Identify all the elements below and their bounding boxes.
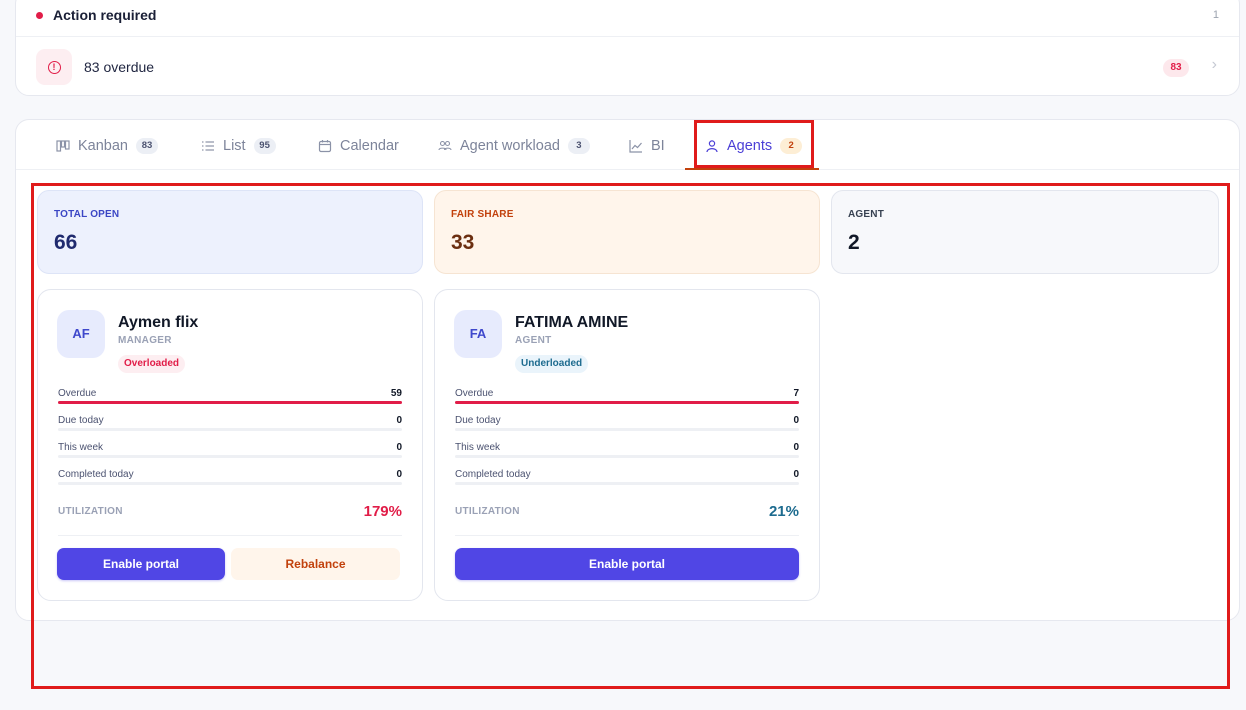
divider	[58, 535, 402, 536]
metric-track	[58, 482, 402, 485]
users-icon	[438, 140, 452, 151]
tab-kanban-count: 83	[136, 138, 158, 154]
status-badge: Overloaded	[118, 355, 186, 373]
tab-agent-workload-count: 3	[567, 138, 590, 154]
metric-track	[58, 428, 402, 431]
line-chart-icon	[629, 140, 642, 153]
enable-portal-button[interactable]: Enable portal	[455, 548, 799, 580]
stat-agent: AGENT 2	[831, 190, 1219, 274]
overdue-row[interactable]: ! 83 overdue 83 ›	[16, 37, 1239, 97]
alert-circle-icon: !	[36, 49, 72, 85]
metric-track	[455, 401, 799, 404]
metric-value: 0	[793, 415, 799, 426]
metric-label: Completed today	[455, 469, 531, 480]
agent-role: MANAGER	[118, 335, 172, 346]
highlight-box-tab	[694, 120, 814, 168]
tab-bi-label: BI	[651, 138, 665, 154]
tab-list-label: List	[223, 138, 246, 154]
calendar-icon	[318, 140, 332, 153]
tab-bi[interactable]: BI	[629, 136, 665, 156]
tab-agent-workload[interactable]: Agent workload 3	[438, 136, 590, 156]
metric-due-today: Due today 0	[455, 415, 799, 441]
metric-completed-today: Completed today 0	[58, 469, 402, 495]
metric-this-week: This week 0	[455, 442, 799, 468]
list-icon	[202, 141, 214, 151]
overdue-label: 83 overdue	[84, 59, 155, 75]
metric-this-week: This week 0	[58, 442, 402, 468]
utilization-value: 21%	[768, 503, 799, 520]
tab-list[interactable]: List 95	[201, 136, 276, 156]
agent-name: Aymen flix	[118, 314, 199, 331]
metric-fill	[455, 401, 799, 404]
tab-kanban[interactable]: Kanban 83	[56, 136, 158, 156]
stat-total-open-label: TOTAL OPEN	[54, 209, 120, 220]
rebalance-button[interactable]: Rebalance	[231, 548, 400, 580]
alert-dot-icon	[36, 12, 43, 19]
tab-kanban-label: Kanban	[78, 138, 128, 154]
divider	[455, 535, 799, 536]
tab-calendar[interactable]: Calendar	[318, 136, 399, 156]
agent-name: FATIMA AMINE	[515, 314, 629, 331]
stat-total-open: TOTAL OPEN 66	[37, 190, 423, 274]
metric-label: Due today	[58, 415, 104, 426]
metric-completed-today: Completed today 0	[455, 469, 799, 495]
metric-value: 0	[396, 469, 402, 480]
stat-agent-value: 2	[848, 231, 860, 254]
action-required-count: 1	[1212, 9, 1219, 21]
metric-value: 59	[390, 388, 402, 399]
active-tab-indicator	[685, 168, 819, 170]
agent-card: FA FATIMA AMINE AGENT Underloaded Overdu…	[434, 289, 820, 601]
avatar: AF	[57, 310, 105, 358]
metric-track	[58, 455, 402, 458]
utilization-value: 179%	[363, 503, 402, 520]
utilization-label: UTILIZATION	[455, 506, 520, 517]
metric-fill	[58, 401, 402, 404]
status-badge: Underloaded	[515, 355, 589, 373]
metric-overdue: Overdue 59	[58, 388, 402, 414]
metric-value: 0	[793, 442, 799, 453]
tab-list-count: 95	[253, 138, 276, 154]
agent-role: AGENT	[515, 335, 552, 346]
metric-value: 0	[396, 415, 402, 426]
action-required-title: Action required	[53, 7, 157, 23]
stat-agent-label: AGENT	[848, 209, 884, 220]
metric-label: Overdue	[455, 388, 494, 399]
metric-due-today: Due today 0	[58, 415, 402, 441]
metric-value: 0	[793, 469, 799, 480]
metric-track	[455, 455, 799, 458]
kanban-icon	[56, 140, 70, 152]
enable-portal-button[interactable]: Enable portal	[57, 548, 225, 580]
action-required-card: Action required 1 ! 83 overdue 83 ›	[15, 0, 1240, 96]
stat-fair-share: FAIR SHARE 33	[434, 190, 820, 274]
metric-track	[455, 428, 799, 431]
agent-card: AF Aymen flix MANAGER Overloaded Overdue…	[37, 289, 423, 601]
chevron-right-icon[interactable]: ›	[1212, 56, 1217, 74]
stat-total-open-value: 66	[54, 231, 78, 254]
metric-label: Due today	[455, 415, 501, 426]
metric-track	[58, 401, 402, 404]
utilization-label: UTILIZATION	[58, 506, 123, 517]
tab-agent-workload-label: Agent workload	[460, 138, 560, 154]
avatar: FA	[454, 310, 502, 358]
tab-calendar-label: Calendar	[340, 138, 399, 154]
metric-label: Overdue	[58, 388, 97, 399]
metric-label: This week	[58, 442, 104, 453]
stat-fair-share-label: FAIR SHARE	[451, 209, 514, 220]
metric-label: Completed today	[58, 469, 134, 480]
metric-value: 7	[793, 388, 799, 399]
action-required-header: Action required 1	[16, 1, 1239, 37]
metric-label: This week	[455, 442, 501, 453]
overdue-count-badge: 83	[1163, 59, 1189, 77]
metric-value: 0	[396, 442, 402, 453]
metric-overdue: Overdue 7	[455, 388, 799, 414]
metric-track	[455, 482, 799, 485]
stat-fair-share-value: 33	[451, 231, 475, 254]
view-tabs: Kanban 83 List 95 Calendar Agent workloa…	[16, 120, 1239, 170]
